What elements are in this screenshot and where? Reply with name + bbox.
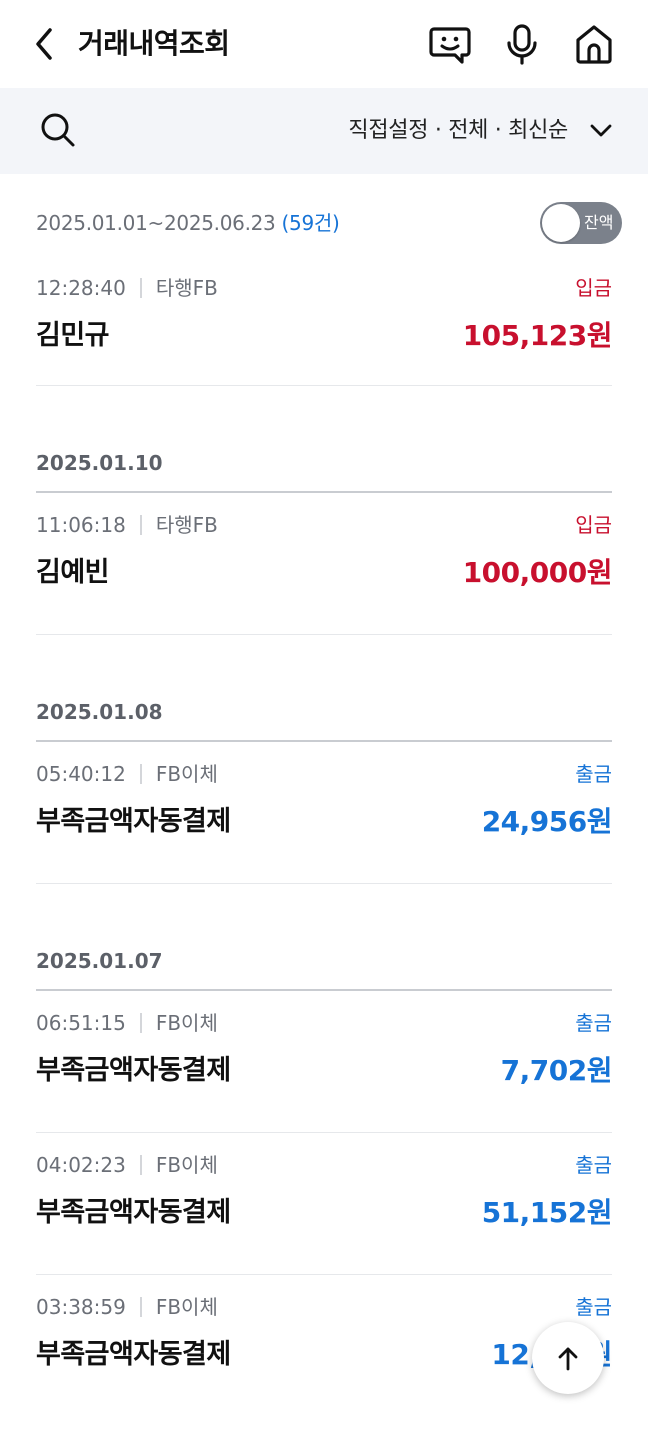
date-header-text: 2025.01.08 xyxy=(36,700,163,724)
date-header-text: 2025.01.07 xyxy=(36,949,163,973)
transaction-time: 04:02:23 xyxy=(36,1153,126,1177)
balance-toggle[interactable]: 잔액 xyxy=(540,202,622,244)
transaction-channel: 타행FB xyxy=(155,513,218,537)
transaction-time: 12:28:40 xyxy=(36,276,126,300)
transaction-amount: 24,956원 xyxy=(481,805,613,838)
transaction-list: 12:28:40 타행FB 김민규 입금 105,123원 2025.01.10 11:06… xyxy=(0,258,648,1417)
transaction-type: 입금 xyxy=(575,513,612,537)
transaction-name: 부족금액자동결제 xyxy=(36,806,231,837)
date-header: 2025.01.07 xyxy=(0,884,648,991)
transaction-amount: 51,152원 xyxy=(481,1196,613,1229)
meta-separator xyxy=(139,278,142,298)
meta-separator xyxy=(139,1297,142,1317)
transaction-row[interactable]: 11:06:18 타행FB 김예빈 입금 100,000원 xyxy=(0,493,648,635)
transaction-name: 부족금액자동결제 xyxy=(36,1055,231,1086)
period-range: 2025.01.01~2025.06.23 xyxy=(36,211,276,235)
transaction-amount: 100,000원 xyxy=(462,556,613,589)
home-icon[interactable] xyxy=(572,22,616,66)
microphone-icon[interactable] xyxy=(500,22,544,66)
transaction-meta: 05:40:12 FB이체 xyxy=(36,760,218,788)
transaction-name: 부족금액자동결제 xyxy=(36,1197,231,1228)
transaction-row[interactable]: 04:02:23 FB이체부족금액자동결제 출금 51,152원 xyxy=(0,1133,648,1275)
transaction-time: 03:38:59 xyxy=(36,1295,126,1319)
transaction-channel: 타행FB xyxy=(155,276,218,300)
transaction-time: 05:40:12 xyxy=(36,762,126,786)
app-header: 거래내역조회 xyxy=(0,0,648,88)
transaction-name: 부족금액자동결제 xyxy=(36,1339,231,1370)
transaction-count: (59건) xyxy=(281,211,340,235)
transaction-type: 출금 xyxy=(575,1011,612,1035)
page-title: 거래내역조회 xyxy=(78,27,230,60)
meta-separator xyxy=(139,764,142,784)
transaction-channel: FB이체 xyxy=(155,1295,218,1319)
transaction-channel: FB이체 xyxy=(155,1153,218,1177)
arrow-up-icon xyxy=(558,1347,578,1371)
meta-separator xyxy=(139,515,142,535)
transaction-meta: 03:38:59 FB이체 xyxy=(36,1293,218,1321)
date-header: 2025.01.08 xyxy=(0,635,648,742)
date-header: 2025.01.10 xyxy=(0,386,648,493)
transaction-type: 출금 xyxy=(575,1295,612,1319)
transaction-row[interactable]: 12:28:40 타행FB 김민규 입금 105,123원 xyxy=(0,258,648,386)
transaction-amount: 7,702원 xyxy=(500,1054,613,1087)
chevron-down-icon[interactable] xyxy=(588,118,614,144)
date-header-text: 2025.01.10 xyxy=(36,451,163,475)
transaction-meta: 11:06:18 타행FB xyxy=(36,511,218,539)
chatbot-icon[interactable] xyxy=(428,22,472,66)
transaction-channel: FB이체 xyxy=(155,762,218,786)
transaction-meta: 06:51:15 FB이체 xyxy=(36,1009,218,1037)
transaction-type: 출금 xyxy=(575,1153,612,1177)
back-arrow-icon[interactable] xyxy=(30,24,62,64)
toggle-knob xyxy=(542,204,580,242)
transaction-channel: FB이체 xyxy=(155,1011,218,1035)
transaction-name: 김민규 xyxy=(36,320,110,351)
transaction-time: 06:51:15 xyxy=(36,1011,126,1035)
search-icon[interactable] xyxy=(38,110,78,150)
transaction-name: 김예빈 xyxy=(36,557,110,588)
transaction-type: 출금 xyxy=(575,762,612,786)
meta-separator xyxy=(139,1013,142,1033)
transaction-time: 11:06:18 xyxy=(36,513,126,537)
transaction-row[interactable]: 05:40:12 FB이체부족금액자동결제 출금 24,956원 xyxy=(0,742,648,884)
balance-toggle-label: 잔액 xyxy=(584,213,614,232)
scroll-top-button[interactable] xyxy=(532,1322,604,1394)
transaction-row[interactable]: 06:51:15 FB이체부족금액자동결제 출금 7,702원 xyxy=(0,991,648,1133)
filter-summary[interactable]: 직접설정 · 전체 · 최신순 xyxy=(348,114,568,148)
transaction-type: 입금 xyxy=(575,276,612,300)
transaction-meta: 12:28:40 타행FB xyxy=(36,274,218,302)
period-summary: 2025.01.01~2025.06.23 (59건) xyxy=(36,207,340,239)
meta-separator xyxy=(139,1155,142,1175)
transaction-amount: 105,123원 xyxy=(462,319,613,352)
transaction-meta: 04:02:23 FB이체 xyxy=(36,1151,218,1179)
